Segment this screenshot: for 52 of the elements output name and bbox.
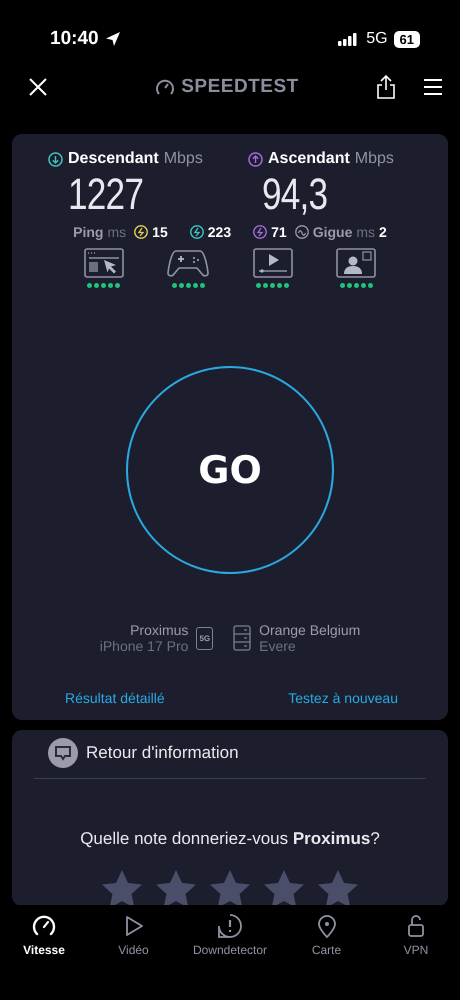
speed-label: Descendant [68, 150, 159, 168]
wave-icon [294, 225, 309, 239]
speed-value: 94,3 [262, 170, 328, 220]
speed-unit: Mbps [164, 150, 203, 168]
server-name: Orange Belgium [259, 622, 360, 638]
tab-item[interactable]: Downdetector [192, 913, 268, 957]
device-name: iPhone 17 Pro [100, 638, 188, 654]
gamepad-icon [167, 248, 210, 278]
location-arrow-icon [104, 31, 121, 47]
star-icon[interactable] [263, 869, 305, 906]
tab-item[interactable]: VPN [386, 913, 446, 957]
star-icon[interactable] [101, 869, 143, 906]
server-location: Evere [259, 638, 296, 654]
close-icon[interactable] [28, 77, 48, 97]
server-icon [233, 625, 252, 651]
go-button[interactable]: GO [126, 366, 334, 574]
section-title: Retour d'information [86, 743, 239, 763]
video-player-icon [252, 248, 293, 278]
tab-item[interactable]: Vidéo [103, 913, 164, 957]
star-icon[interactable] [209, 869, 251, 906]
signal-icon [338, 32, 358, 46]
provider-name: Proximus [130, 622, 188, 638]
star-icon[interactable] [155, 869, 197, 906]
network-badge: 5G [196, 626, 214, 650]
speed-value: 1227 [68, 170, 144, 220]
ping-value: 15 [152, 224, 168, 240]
alert-icon [216, 913, 243, 939]
app-title: SPEEDTEST [181, 76, 299, 98]
jitter-unit: ms [356, 224, 376, 240]
action-link[interactable]: Résultat détaillé [65, 690, 165, 706]
speed-unit: Mbps [354, 150, 394, 168]
speed-label: Ascendant [268, 150, 350, 168]
status-time: 10:40 [50, 28, 99, 50]
share-icon[interactable] [376, 75, 396, 99]
ping-value: 223 [208, 224, 232, 240]
gauge-icon [155, 78, 176, 96]
ping-value: 71 [271, 224, 287, 240]
action-link[interactable]: Testez à nouveau [288, 690, 398, 706]
ping-unit: ms [108, 224, 126, 240]
video-call-icon [336, 248, 376, 278]
tab-item[interactable]: Carte [296, 913, 356, 957]
menu-icon[interactable] [424, 78, 442, 96]
battery-level: 61 [394, 30, 420, 48]
star-icon[interactable] [317, 869, 359, 906]
browser-cursor-icon [84, 248, 124, 278]
tab-item[interactable]: Vitesse [14, 913, 74, 957]
jitter-value: 2 [379, 224, 387, 240]
jitter-label: Gigue [312, 224, 352, 240]
rating-question: Quelle note donneriez-vous Proximus? [79, 829, 381, 849]
network-type: 5G [366, 30, 388, 48]
chat-bubble-icon [48, 738, 78, 768]
ping-label: Ping [73, 224, 104, 240]
